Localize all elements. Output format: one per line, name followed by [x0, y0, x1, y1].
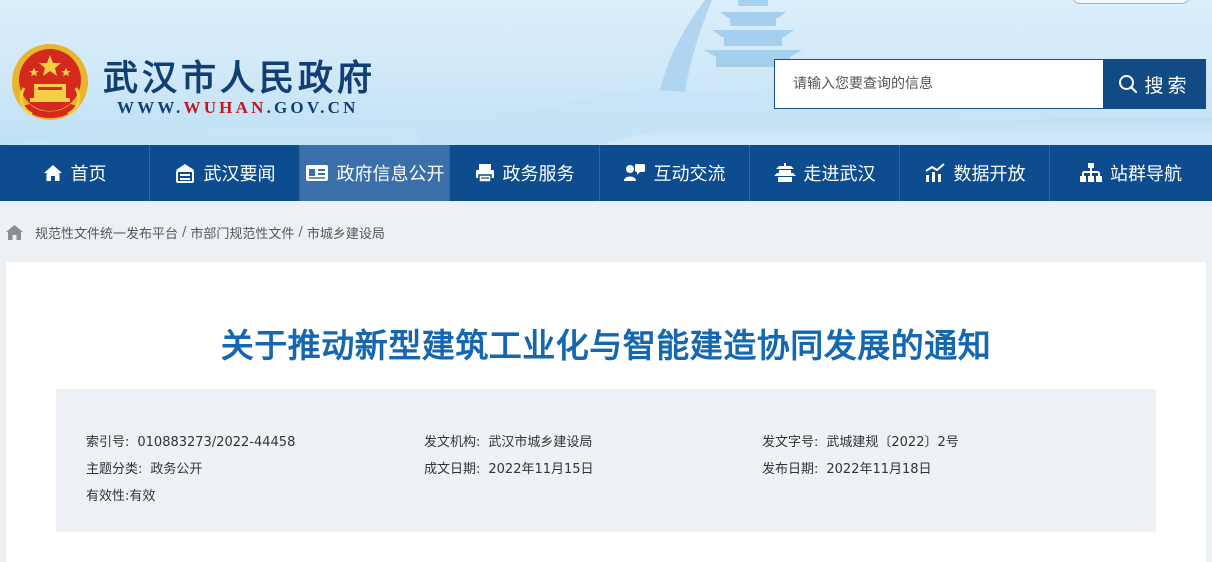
nav-item-home[interactable]: 首页 — [0, 145, 150, 201]
meta-published-date: 发布日期: 2022年11月18日 — [762, 458, 932, 477]
article-metadata: 索引号: 010883273/2022-44458 发文机构: 武汉市城乡建设局 发… — [56, 389, 1156, 532]
article-title: 关于推动新型建筑工业化与智能建造协同发展的通知 — [220, 326, 992, 365]
meta-doc-no: 发文字号: 武城建规〔2022〕2号 — [762, 431, 959, 450]
nav-item-label: 走进武汉 — [803, 164, 876, 185]
meta-label: 发文机构: — [424, 435, 481, 450]
meta-label: 发布日期: — [762, 462, 819, 477]
breadcrumb-item[interactable]: 市部门规范性文件 — [190, 223, 294, 242]
meta-validity: 有效性:有效 — [86, 485, 155, 504]
nav-item-open-data[interactable]: 数据开放 — [900, 145, 1050, 201]
site-url: WWW.WUHAN.GOV.CN — [117, 98, 359, 118]
breadcrumb-separator: / — [298, 224, 303, 240]
meta-label: 主题分类: — [86, 462, 143, 477]
meta-value: 010883273/2022-44458 — [137, 435, 296, 450]
nav-item-label: 政务服务 — [502, 164, 575, 185]
site-url-suffix: .GOV.CN — [266, 98, 359, 117]
pavilion-icon — [773, 163, 796, 182]
meta-index-no: 索引号: 010883273/2022-44458 — [86, 431, 295, 450]
home-icon — [43, 165, 62, 181]
nav-item-label: 首页 — [70, 164, 107, 185]
breadcrumb-separator: / — [182, 224, 187, 240]
meta-value: 2022年11月18日 — [826, 462, 932, 477]
meta-issuer: 发文机构: 武汉市城乡建设局 — [424, 431, 592, 450]
meta-value: 武城建规〔2022〕2号 — [826, 435, 959, 450]
search-input[interactable] — [774, 59, 1104, 109]
article-card: 关于推动新型建筑工业化与智能建造协同发展的通知 索引号: 010883273/20… — [6, 262, 1206, 562]
nav-item-label: 站群导航 — [1110, 164, 1182, 185]
main-nav: 首页 武汉要闻 政府信息公开 政务服务 互动交流 走进武汉 数据开放 站群导航 — [0, 145, 1212, 201]
printer-icon — [475, 164, 494, 183]
nav-item-site-navigation[interactable]: 站群导航 — [1050, 145, 1212, 201]
national-emblem-icon — [12, 44, 88, 120]
sitemap-icon — [1080, 163, 1102, 182]
meta-created-date: 成文日期: 2022年11月15日 — [424, 458, 594, 477]
nav-item-discover-wuhan[interactable]: 走进武汉 — [750, 145, 900, 201]
meta-label: 发文字号: — [762, 435, 819, 450]
site-header: 武汉市人民政府 WWW.WUHAN.GOV.CN 搜索 — [0, 0, 1212, 145]
nav-item-label: 互动交流 — [653, 164, 726, 185]
site-url-prefix: WWW. — [117, 98, 184, 117]
nav-item-label: 武汉要闻 — [203, 164, 276, 185]
info-card-icon — [305, 165, 328, 181]
search-button-label: 搜索 — [1144, 74, 1191, 97]
meta-label: 索引号: — [86, 435, 130, 450]
breadcrumb-home-icon[interactable] — [6, 224, 23, 240]
nav-item-interaction[interactable]: 互动交流 — [600, 145, 750, 201]
breadcrumb-item[interactable]: 规范性文件统一发布平台 — [35, 223, 178, 242]
nav-item-label: 政府信息公开 — [336, 164, 445, 185]
news-icon — [175, 164, 194, 183]
breadcrumb: 规范性文件统一发布平台 / 市部门规范性文件 / 市城乡建设局 — [6, 222, 385, 242]
meta-value: 政务公开 — [150, 462, 203, 477]
meta-value: 2022年11月15日 — [488, 462, 594, 477]
search-button[interactable]: 搜索 — [1103, 59, 1206, 109]
meta-value: 有效 — [129, 489, 156, 504]
nav-item-label: 数据开放 — [953, 164, 1026, 185]
meta-label: 成文日期: — [424, 462, 481, 477]
breadcrumb-item[interactable]: 市城乡建设局 — [307, 223, 385, 242]
nav-item-gov-services[interactable]: 政务服务 — [450, 145, 600, 201]
meta-label: 有效性: — [86, 489, 130, 504]
search-icon — [1119, 75, 1138, 94]
nav-item-gov-info-disclosure[interactable]: 政府信息公开 — [300, 145, 450, 201]
site-url-highlight: WUHAN — [183, 98, 267, 117]
meta-category: 主题分类: 政务公开 — [86, 458, 202, 477]
chat-icon — [623, 164, 645, 181]
top-utility-pill[interactable] — [1072, 0, 1190, 4]
meta-value: 武汉市城乡建设局 — [488, 435, 593, 450]
site-title: 武汉市人民政府 — [103, 59, 377, 99]
chart-icon — [924, 163, 945, 182]
nav-item-wuhan-news[interactable]: 武汉要闻 — [150, 145, 300, 201]
